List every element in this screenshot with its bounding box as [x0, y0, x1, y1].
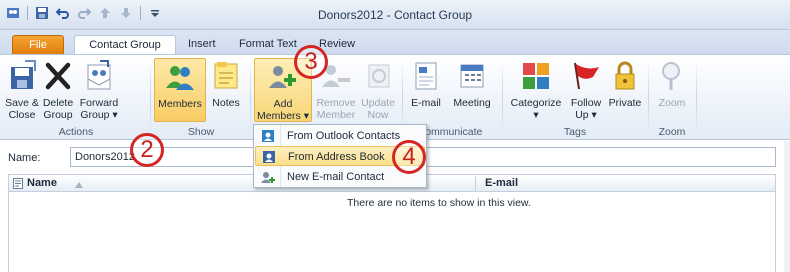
categorize-label-line2: ▾: [533, 109, 539, 121]
delete-group-label-line1: Delete: [42, 97, 74, 109]
add-members-label-line2: Members ▾: [257, 110, 309, 122]
members-icon: [166, 66, 194, 90]
group-separator: [648, 61, 649, 135]
step-callout-3: 3: [294, 45, 328, 79]
categorize-label-line1: Categorize: [510, 97, 562, 109]
save-close-label-line2: Close: [8, 109, 36, 121]
name-label: Name:: [8, 152, 41, 164]
new-contact-icon: [261, 172, 275, 183]
notes-label: Notes: [212, 97, 240, 109]
update-now-button[interactable]: Update Now: [358, 59, 398, 121]
forward-group-label-line2: Group ▾: [80, 109, 118, 121]
private-button[interactable]: Private: [606, 59, 644, 109]
update-now-icon: [368, 64, 390, 88]
delete-icon: [45, 62, 71, 90]
lock-icon: [615, 61, 635, 90]
zoom-group-label: Zoom: [658, 126, 686, 138]
group-separator: [502, 61, 503, 135]
column-header-name[interactable]: Name: [27, 177, 57, 189]
window-edge: [784, 141, 790, 272]
empty-list-message: There are no items to show in this view.: [347, 197, 531, 209]
update-now-label-line1: Update: [361, 97, 395, 109]
window-title: Donors2012 - Contact Group: [317, 8, 473, 22]
step-callout-4: 4: [392, 140, 426, 174]
ribbon-tabs: File Contact Group Insert Format Text Re…: [0, 30, 790, 55]
forward-group-button[interactable]: Forward Group ▾: [76, 59, 122, 121]
delete-group-label-line2: Group: [43, 109, 73, 121]
members-button[interactable]: Members: [154, 58, 206, 122]
add-members-label-line1: Add: [273, 98, 293, 110]
zoom-button[interactable]: Zoom: [652, 59, 692, 109]
follow-up-label-line2: Up ▾: [575, 109, 597, 121]
update-now-label-line2: Now: [367, 109, 389, 121]
forward-group-icon: [87, 60, 111, 90]
magnifier-icon: [662, 62, 680, 90]
meeting-icon: [460, 64, 484, 88]
title-bar: Donors2012 - Contact Group: [0, 0, 790, 30]
outlook-contacts-icon: [262, 130, 274, 142]
sort-ascending-icon[interactable]: [75, 179, 83, 191]
remove-member-label-line2: Member: [316, 109, 356, 121]
remove-member-label-line1: Remove: [316, 97, 356, 109]
group-separator: [150, 61, 151, 135]
tags-group-label: Tags: [563, 126, 587, 138]
group-separator: [696, 61, 697, 135]
menu-item-label: From Outlook Contacts: [287, 130, 401, 142]
notes-button[interactable]: Notes: [208, 59, 244, 109]
zoom-label: Zoom: [658, 97, 686, 109]
meeting-label: Meeting: [453, 97, 491, 109]
email-label: E-mail: [411, 97, 441, 109]
actions-group-label: Actions: [58, 126, 94, 138]
email-button[interactable]: E-mail: [406, 59, 446, 109]
contact-card-icon: [13, 178, 23, 192]
tab-insert[interactable]: Insert: [178, 35, 226, 54]
tab-contact-group[interactable]: Contact Group: [74, 35, 176, 55]
forward-group-label-line1: Forward: [79, 97, 119, 109]
column-header-email[interactable]: E-mail: [485, 177, 518, 189]
address-book-icon: [263, 151, 275, 163]
categorize-button[interactable]: Categorize ▾: [506, 59, 566, 121]
tab-file[interactable]: File: [12, 35, 64, 54]
show-group-label: Show: [187, 126, 215, 138]
menu-item-label: New E-mail Contact: [287, 171, 385, 183]
tab-format-text[interactable]: Format Text: [229, 35, 307, 54]
follow-up-label-line1: Follow: [570, 97, 602, 109]
flag-icon: [574, 62, 599, 90]
save-close-icon: [11, 60, 36, 89]
members-label: Members: [158, 98, 202, 110]
column-divider[interactable]: [475, 176, 476, 191]
meeting-button[interactable]: Meeting: [448, 59, 496, 109]
save-close-label-line1: Save &: [5, 97, 39, 109]
delete-group-button[interactable]: Delete Group: [40, 59, 76, 121]
step-callout-2: 2: [130, 133, 164, 167]
members-grid-body[interactable]: There are no items to show in this view.: [8, 192, 776, 272]
categorize-icon: [523, 63, 549, 89]
notes-icon: [214, 62, 238, 89]
follow-up-button[interactable]: Follow Up ▾: [566, 59, 606, 121]
email-icon: [415, 62, 437, 90]
private-label: Private: [608, 97, 642, 109]
menu-item-label: From Address Book: [288, 151, 385, 163]
group-separator: [250, 61, 251, 135]
save-close-button[interactable]: Save & Close: [4, 59, 40, 121]
